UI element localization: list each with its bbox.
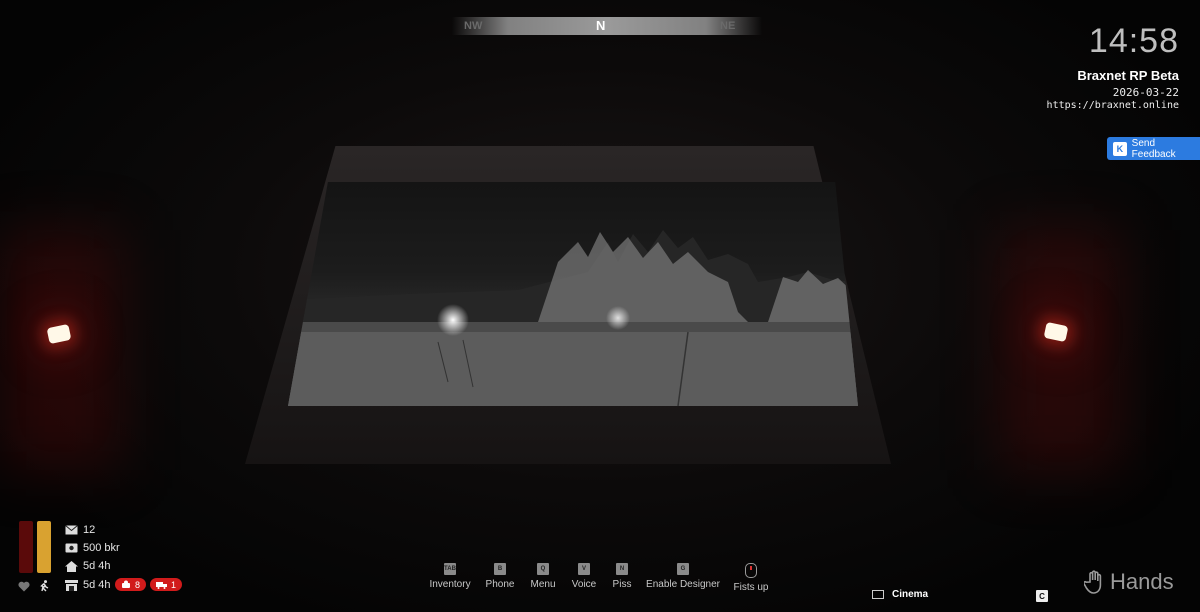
money-amount: 500 bkr (83, 542, 120, 554)
compass-bar: NW N NE (452, 17, 762, 35)
game-scene (0, 0, 1200, 612)
hotbar-label: Menu (530, 579, 556, 590)
hands-mode: Hands (1084, 569, 1174, 595)
hotbar-label: Phone (485, 579, 515, 590)
hotbar-key: V (578, 563, 590, 575)
hotbar-key: Q (537, 563, 549, 575)
left-wall-glow (0, 230, 120, 470)
compass-north: N (596, 18, 606, 33)
monitor-icon (872, 590, 884, 599)
money-stat: 500 bkr (64, 542, 120, 554)
hotbar-fists-up[interactable]: Fists up (732, 563, 770, 593)
location-key[interactable]: C (1036, 590, 1048, 602)
server-name: Braxnet RP Beta (1077, 68, 1179, 83)
hotbar-label: Inventory (429, 579, 471, 590)
hotbar: TAB Inventory B Phone Q Menu V Voice N P… (0, 563, 1200, 593)
hotbar-label: Voice (571, 579, 597, 590)
mail-count: 12 (83, 524, 96, 536)
hotbar-inventory[interactable]: TAB Inventory (429, 563, 471, 590)
hotbar-key: N (616, 563, 628, 575)
mail-stat: 12 (64, 524, 95, 536)
server-date: 2026-03-22 (1112, 86, 1179, 99)
hotbar-key: TAB (444, 563, 456, 575)
hotbar-voice[interactable]: V Voice (571, 563, 597, 590)
hotbar-piss[interactable]: N Piss (612, 563, 632, 590)
right-wall-glow (1000, 230, 1120, 470)
game-clock: 14:58 (1088, 22, 1179, 60)
hotbar-label: Piss (612, 579, 632, 590)
hands-label: Hands (1110, 569, 1174, 594)
mouse-icon (745, 563, 757, 578)
hotbar-key: G (677, 563, 689, 575)
feedback-label: Send Feedback (1131, 137, 1176, 160)
hotbar-key: B (494, 563, 506, 575)
cash-icon (64, 542, 78, 554)
location-label: Cinema (892, 589, 929, 600)
hotbar-phone[interactable]: B Phone (485, 563, 515, 590)
hand-icon (1084, 570, 1102, 594)
compass-ne: NE (720, 20, 736, 32)
cinema-screen-video (288, 182, 858, 406)
hotbar-label: Enable Designer (646, 579, 720, 590)
feedback-key: K (1113, 141, 1127, 156)
compass-nw: NW (464, 20, 483, 32)
hotbar-label: Fists up (733, 582, 769, 593)
location-indicator: Cinema (872, 589, 928, 600)
send-feedback-button[interactable]: K Send Feedback (1107, 137, 1200, 160)
server-url: https://braxnet.online (1046, 100, 1179, 111)
envelope-icon (64, 524, 78, 536)
hotbar-menu[interactable]: Q Menu (530, 563, 556, 590)
hotbar-enable-designer[interactable]: G Enable Designer (646, 563, 720, 590)
